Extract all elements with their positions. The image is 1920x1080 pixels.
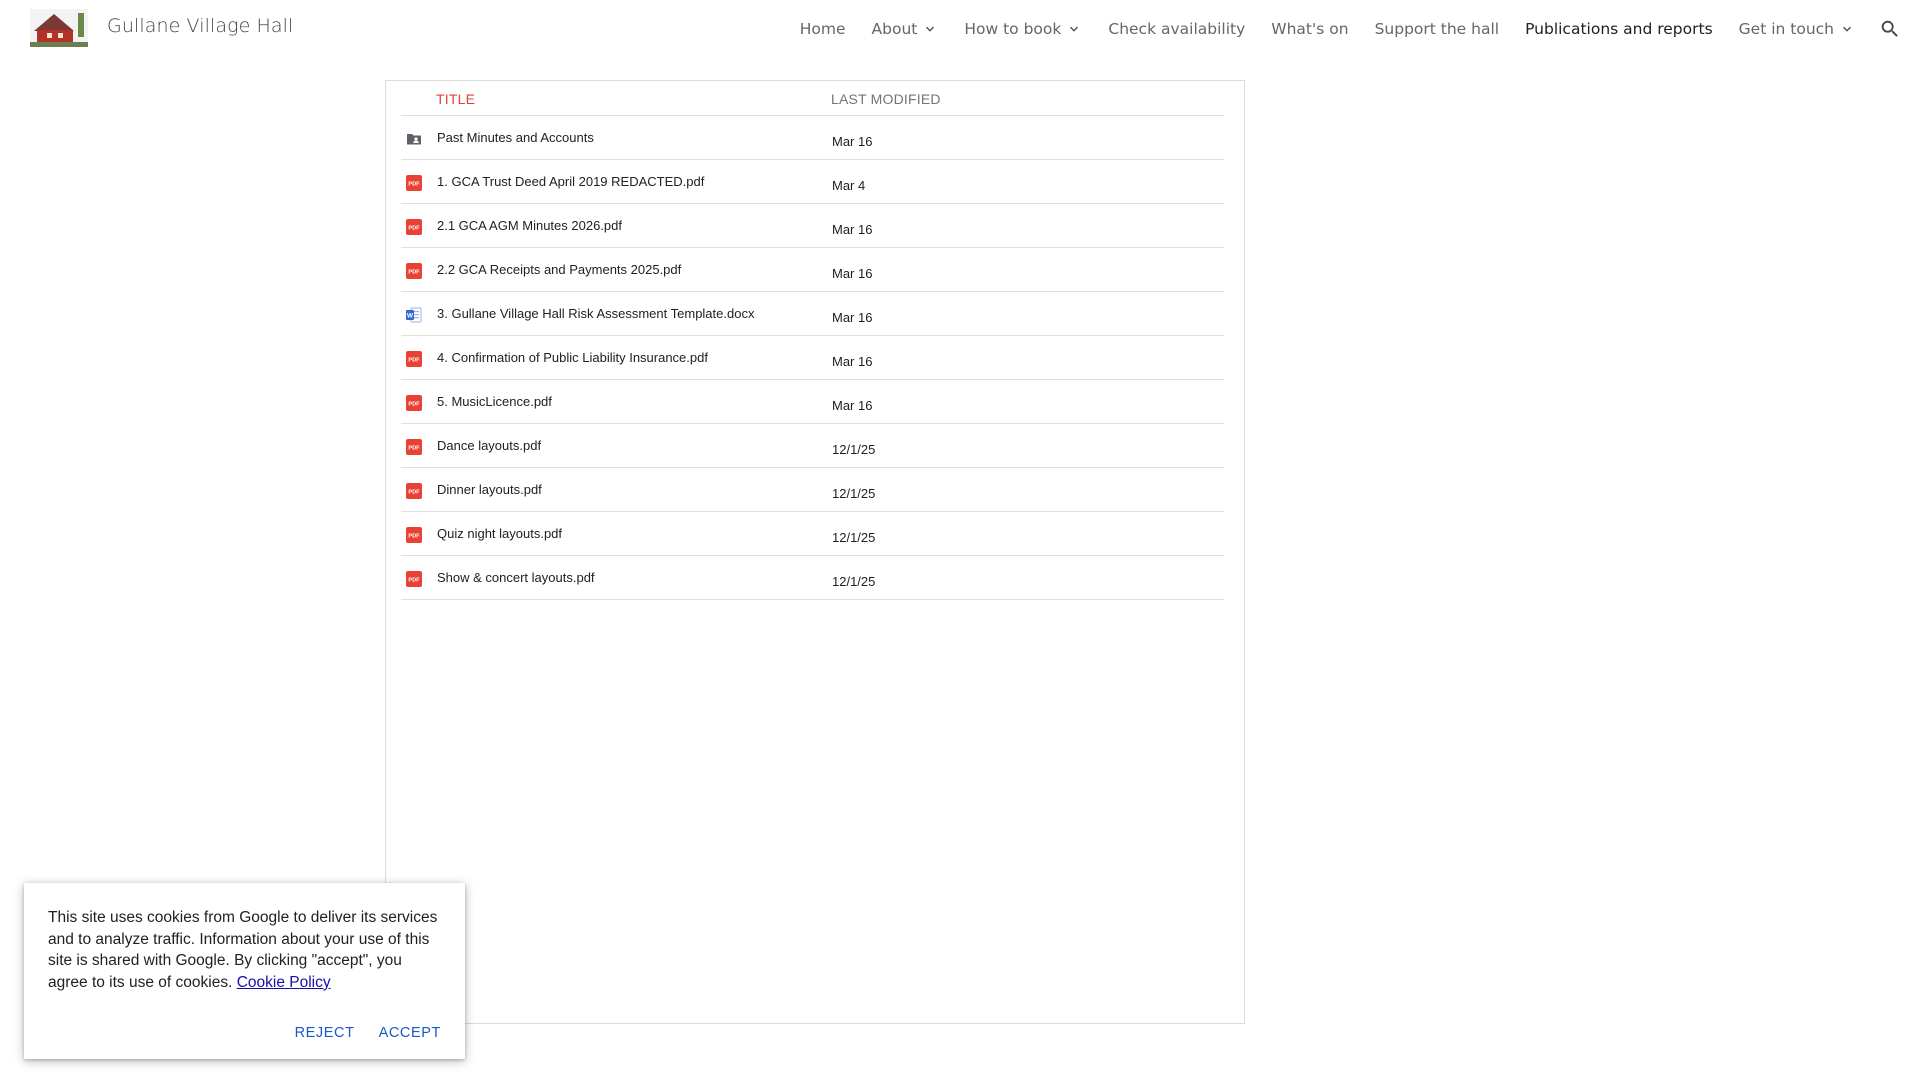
chevron-down-icon[interactable] — [1839, 21, 1855, 37]
nav-about[interactable]: About — [872, 20, 939, 38]
nav-label: About — [871, 20, 918, 38]
svg-text:PDF: PDF — [408, 182, 420, 188]
file-row[interactable]: PDF 1. GCA Trust Deed April 2019 REDACTED… — [401, 160, 1224, 204]
nav-label: How to book — [964, 20, 1062, 38]
svg-text:PDF: PDF — [408, 402, 420, 408]
file-row[interactable]: PDF 2.2 GCA Receipts and Payments 2025.pd… — [401, 248, 1224, 292]
file-name[interactable]: 4. Confirmation of Public Liability Insu… — [437, 350, 708, 365]
site-header: Gullane Village Hall Home About How to boo… — [0, 0, 1920, 58]
cookie-message: This site uses cookies from Google to de… — [48, 907, 441, 993]
file-row[interactable]: PDF Dance layouts.pdf 12/1/25 — [401, 424, 1224, 468]
nav-get-in-touch[interactable]: Get in touch — [1739, 20, 1855, 38]
accept-cookies-button[interactable]: ACCEPT — [371, 1019, 449, 1047]
cookie-policy-link[interactable]: Cookie Policy — [237, 974, 331, 991]
file-row[interactable]: PDF Quiz night layouts.pdf 12/1/25 — [401, 512, 1224, 556]
file-name[interactable]: 2.1 GCA AGM Minutes 2026.pdf — [437, 218, 622, 233]
file-modified-date: 12/1/25 — [832, 486, 876, 501]
pdf-icon: PDF — [406, 527, 422, 543]
svg-text:PDF: PDF — [408, 490, 420, 496]
sort-by-title[interactable]: TITLE — [436, 91, 475, 107]
file-name[interactable]: Quiz night layouts.pdf — [437, 526, 562, 541]
file-rows: Past Minutes and Accounts Mar 16 PDF 1. GCA… — [401, 116, 1224, 600]
file-modified-date: Mar 16 — [832, 398, 873, 413]
pdf-icon: PDF — [406, 175, 422, 191]
file-row[interactable]: W 3. Gullane Village Hall Risk Assessment… — [401, 292, 1224, 336]
chevron-down-icon[interactable] — [1066, 21, 1082, 37]
file-list-header: TITLE LAST MODIFIED — [401, 81, 1224, 116]
nav-home[interactable]: Home — [800, 20, 846, 38]
file-name[interactable]: 5. MusicLicence.pdf — [437, 394, 552, 409]
file-row[interactable]: PDF 2.1 GCA AGM Minutes 2026.pdf Mar 16 — [401, 204, 1224, 248]
shared-folder-icon — [406, 131, 422, 147]
reject-cookies-button[interactable]: REJECT — [287, 1019, 363, 1047]
village-hall-logo[interactable] — [30, 9, 88, 47]
nav-check-availability[interactable]: Check availability — [1108, 20, 1245, 38]
search-icon[interactable] — [1879, 18, 1901, 40]
file-row[interactable]: PDF 5. MusicLicence.pdf Mar 16 — [401, 380, 1224, 424]
nav-support-the-hall[interactable]: Support the hall — [1375, 20, 1500, 38]
file-modified-date: Mar 16 — [832, 310, 873, 325]
nav-label: Publications and reports — [1525, 20, 1713, 38]
file-row[interactable]: PDF Dinner layouts.pdf 12/1/25 — [401, 468, 1224, 512]
nav-label: What's on — [1271, 20, 1349, 38]
pdf-icon: PDF — [406, 263, 422, 279]
nav-what-s-on[interactable]: What's on — [1271, 20, 1348, 38]
pdf-icon: PDF — [406, 351, 422, 367]
svg-text:PDF: PDF — [408, 578, 420, 584]
file-modified-date: Mar 4 — [832, 178, 866, 193]
cookie-banner: This site uses cookies from Google to de… — [24, 883, 465, 1059]
pdf-icon: PDF — [406, 439, 422, 455]
file-row[interactable]: PDF 4. Confirmation of Public Liability I… — [401, 336, 1224, 380]
drive-file-list: TITLE LAST MODIFIED Past Minutes and Acc… — [385, 80, 1245, 1024]
file-name[interactable]: Past Minutes and Accounts — [437, 130, 594, 145]
nav-publications-and-reports[interactable]: Publications and reports — [1525, 20, 1713, 38]
svg-text:PDF: PDF — [408, 446, 420, 452]
file-name[interactable]: Show & concert layouts.pdf — [437, 570, 595, 585]
pdf-icon: PDF — [406, 571, 422, 587]
nav-label: Support the hall — [1374, 20, 1500, 38]
svg-text:PDF: PDF — [408, 226, 420, 232]
main-nav: Home About How to book Check availability Wh… — [800, 0, 1920, 58]
pdf-icon: PDF — [406, 483, 422, 499]
file-modified-date: Mar 16 — [832, 354, 873, 369]
sort-by-modified[interactable]: LAST MODIFIED — [831, 91, 941, 107]
svg-text:PDF: PDF — [408, 270, 420, 276]
file-modified-date: 12/1/25 — [832, 574, 876, 589]
file-name[interactable]: 1. GCA Trust Deed April 2019 REDACTED.pd… — [437, 174, 704, 189]
file-row[interactable]: PDF Show & concert layouts.pdf 12/1/25 — [401, 556, 1224, 600]
svg-text:W: W — [407, 313, 414, 320]
word-doc-icon: W — [406, 307, 422, 323]
file-modified-date: Mar 16 — [832, 134, 873, 149]
file-name[interactable]: Dance layouts.pdf — [437, 438, 541, 453]
nav-how-to-book[interactable]: How to book — [964, 20, 1082, 38]
file-row[interactable]: Past Minutes and Accounts Mar 16 — [401, 116, 1224, 160]
svg-text:PDF: PDF — [408, 534, 420, 540]
svg-text:PDF: PDF — [408, 358, 420, 364]
file-name[interactable]: 3. Gullane Village Hall Risk Assessment … — [437, 306, 754, 321]
nav-label: Home — [799, 20, 846, 38]
nav-label: Check availability — [1108, 20, 1246, 38]
file-modified-date: Mar 16 — [832, 222, 873, 237]
file-modified-date: Mar 16 — [832, 266, 873, 281]
file-modified-date: 12/1/25 — [832, 530, 876, 545]
nav-label: Get in touch — [1738, 20, 1834, 38]
chevron-down-icon[interactable] — [922, 21, 938, 37]
cookie-actions: REJECT ACCEPT — [279, 1019, 449, 1047]
file-name[interactable]: Dinner layouts.pdf — [437, 482, 542, 497]
pdf-icon: PDF — [406, 395, 422, 411]
file-modified-date: 12/1/25 — [832, 442, 876, 457]
pdf-icon: PDF — [406, 219, 422, 235]
file-name[interactable]: 2.2 GCA Receipts and Payments 2025.pdf — [437, 262, 681, 277]
site-title[interactable]: Gullane Village Hall — [107, 15, 293, 37]
